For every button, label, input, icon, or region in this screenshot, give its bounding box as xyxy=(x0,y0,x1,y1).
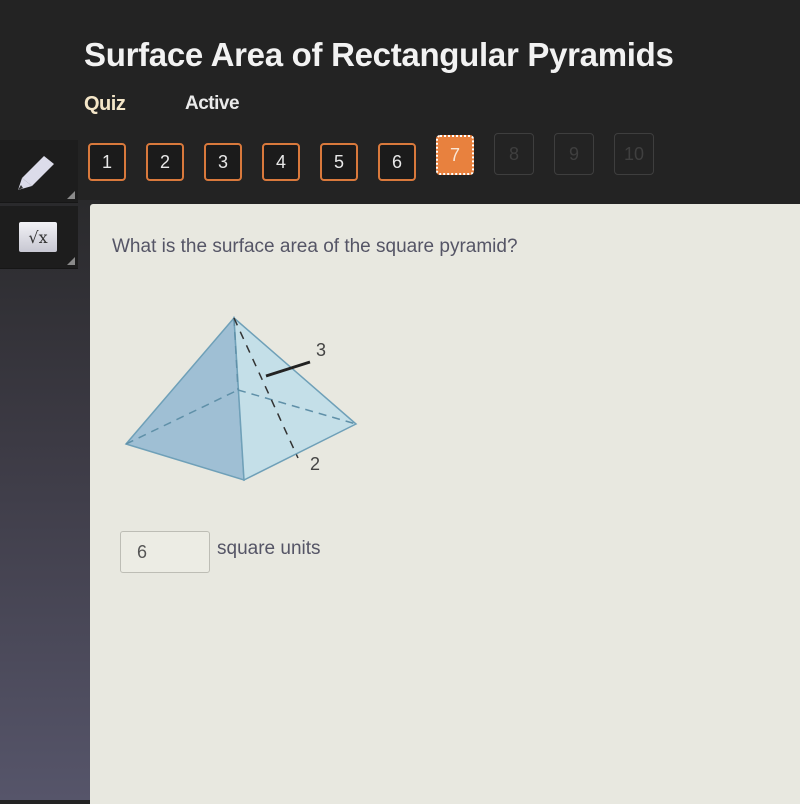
question-button-7-current[interactable]: 7 xyxy=(436,135,474,175)
left-sidebar xyxy=(0,200,100,800)
square-root-x-icon: √x xyxy=(19,222,57,252)
question-button-2[interactable]: 2 xyxy=(146,143,184,181)
question-button-10-locked: 10 xyxy=(614,133,654,175)
units-label: square units xyxy=(217,538,321,559)
question-button-6[interactable]: 6 xyxy=(378,143,416,181)
pyramid-right-face xyxy=(233,316,358,482)
page-title: Surface Area of Rectangular Pyramids xyxy=(84,36,674,73)
square-pyramid-figure: 3 2 xyxy=(124,316,358,482)
question-button-5[interactable]: 5 xyxy=(320,143,358,181)
slant-height-label: 3 xyxy=(316,340,326,360)
question-button-9-locked: 9 xyxy=(554,133,594,175)
question-text: What is the surface area of the square p… xyxy=(112,236,518,257)
question-button-8-locked: 8 xyxy=(494,133,534,175)
expand-corner-icon xyxy=(67,257,75,265)
pencil-tool-button[interactable] xyxy=(0,140,78,203)
pencil-icon xyxy=(18,156,54,190)
status-label: Active xyxy=(185,93,240,114)
answer-field[interactable] xyxy=(120,531,210,573)
question-navigation: 1 2 3 4 5 6 7 8 9 10 xyxy=(88,133,654,181)
question-button-4[interactable]: 4 xyxy=(262,143,300,181)
base-edge-label: 2 xyxy=(310,454,320,474)
assignment-type-label: Quiz xyxy=(84,93,126,115)
answer-input[interactable] xyxy=(137,542,197,563)
question-button-1[interactable]: 1 xyxy=(88,143,126,181)
question-button-3[interactable]: 3 xyxy=(204,143,242,181)
question-panel xyxy=(90,204,800,804)
pyramid-left-face xyxy=(124,316,245,482)
expand-corner-icon xyxy=(67,191,75,199)
